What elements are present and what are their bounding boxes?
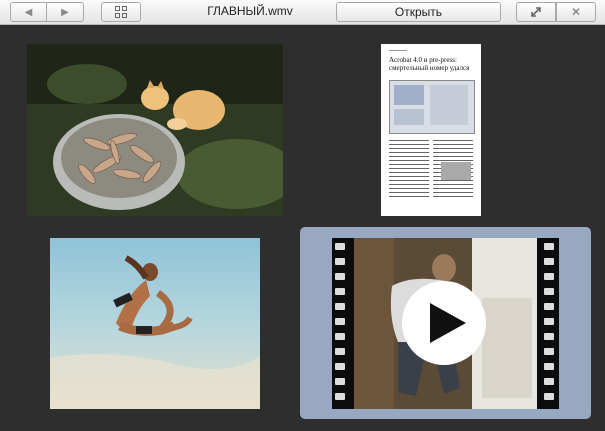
back-arrow-icon: ◀ bbox=[24, 6, 33, 18]
cat-fish-image bbox=[27, 44, 283, 216]
document-title: Acrobat 4.0 и pre-press: смертельный ном… bbox=[389, 56, 470, 72]
forward-arrow-icon: ▶ bbox=[61, 6, 69, 18]
window-title: ГЛАВНЫЙ.wmv bbox=[207, 4, 293, 18]
play-button[interactable] bbox=[402, 281, 486, 365]
thumbnail-beach-photo[interactable] bbox=[50, 238, 260, 409]
grid-icon bbox=[115, 6, 127, 18]
next-button[interactable]: ▶ bbox=[46, 2, 84, 22]
diagonal-arrows-icon bbox=[531, 7, 541, 17]
document-screenshot-figure bbox=[389, 80, 475, 134]
toolbar: ◀ ▶ ГЛАВНЫЙ.wmv Открыть ✕ bbox=[0, 0, 605, 25]
thumbnail-cat-photo[interactable] bbox=[27, 44, 283, 216]
play-icon bbox=[430, 303, 466, 343]
open-button[interactable]: Открыть bbox=[336, 2, 501, 22]
close-button[interactable]: ✕ bbox=[556, 2, 596, 22]
beach-yoga-image bbox=[50, 238, 260, 409]
index-sheet-button[interactable] bbox=[101, 2, 141, 22]
thumbnail-document[interactable]: Acrobat 4.0 и pre-press: смертельный ном… bbox=[381, 44, 481, 216]
fullscreen-button[interactable] bbox=[516, 2, 556, 22]
previous-button[interactable]: ◀ bbox=[10, 2, 47, 22]
quick-look-window: ◀ ▶ ГЛАВНЫЙ.wmv Открыть ✕ Acrobat 4.0 и … bbox=[0, 0, 605, 431]
close-icon: ✕ bbox=[570, 5, 582, 19]
open-button-label: Открыть bbox=[394, 5, 443, 19]
doc-header-line bbox=[389, 50, 407, 51]
